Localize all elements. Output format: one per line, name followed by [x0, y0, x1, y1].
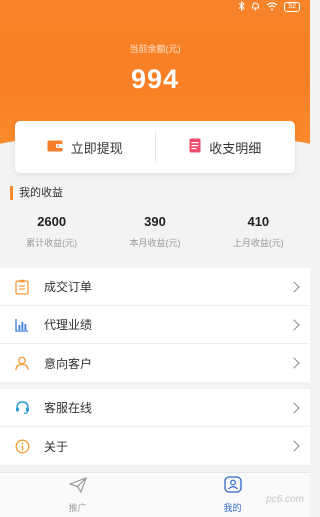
- menu-label: 意向客户: [44, 356, 93, 371]
- balance-label: 当前余额(元): [129, 44, 181, 54]
- menu-item-prospects[interactable]: 意向客户: [0, 344, 310, 382]
- headset-icon: [13, 399, 31, 417]
- stat-label: 本月收益(元): [129, 238, 181, 248]
- status-bar: 52: [238, 0, 300, 14]
- stat-this-month: 390 本月收益(元): [103, 214, 206, 249]
- paper-plane-icon: [67, 476, 87, 498]
- chevron-right-icon: [288, 280, 300, 293]
- document-list-icon: [189, 138, 201, 156]
- chevron-right-icon: [288, 318, 300, 331]
- menu-label: 客服在线: [44, 401, 93, 415]
- menu-item-orders[interactable]: 成交订单: [0, 268, 310, 306]
- stat-total: 2600 累计收益(元): [0, 214, 103, 249]
- stat-value: 390: [144, 214, 166, 229]
- menu-group-support: 客服在线 关于: [0, 389, 310, 465]
- statement-button[interactable]: 收支明细: [156, 121, 296, 173]
- info-icon: [13, 437, 31, 455]
- profile-icon: [223, 476, 242, 498]
- stat-value: 410: [247, 214, 270, 229]
- stat-value: 2600: [37, 214, 67, 229]
- stat-last-month: 410 上月收益(元): [207, 214, 310, 249]
- menu-label: 代理业绩: [44, 318, 93, 332]
- action-card: 立即提现 收支明细: [15, 121, 295, 173]
- earnings-title: 我的收益: [10, 186, 63, 200]
- stat-label: 累计收益(元): [26, 238, 78, 248]
- menu-label: 关于: [44, 439, 69, 454]
- withdraw-button[interactable]: 立即提现: [15, 121, 155, 173]
- bottom-tab-bar: 推广 我的: [0, 472, 310, 517]
- stat-label: 上月收益(元): [232, 238, 284, 248]
- chevron-right-icon: [288, 440, 300, 452]
- balance-value: 994: [130, 64, 180, 94]
- chevron-right-icon: [288, 357, 300, 369]
- statement-label: 收支明细: [209, 140, 262, 156]
- tab-label: 我的: [223, 503, 242, 513]
- user-icon: [13, 354, 31, 372]
- tab-label: 推广: [68, 502, 87, 513]
- menu-item-about[interactable]: 关于: [0, 427, 310, 465]
- menu-item-performance[interactable]: 代理业绩: [0, 306, 310, 344]
- bar-chart-icon: [13, 316, 31, 334]
- bluetooth-icon: [238, 0, 245, 13]
- menu-item-customer-service[interactable]: 客服在线: [0, 389, 310, 427]
- menu-group-business: 成交订单 代理业绩 意向客户: [0, 268, 310, 382]
- watermark: pc6.com: [266, 494, 304, 505]
- tab-promote[interactable]: 推广: [0, 473, 155, 517]
- menu-label: 成交订单: [44, 280, 93, 294]
- alarm-icon: [251, 1, 260, 13]
- wallet-icon: [47, 140, 63, 155]
- battery-indicator: 52: [284, 2, 300, 12]
- earnings-stats: 2600 累计收益(元) 390 本月收益(元) 410 上月收益(元): [0, 214, 310, 249]
- clipboard-icon: [13, 278, 31, 296]
- withdraw-label: 立即提现: [70, 140, 123, 156]
- chevron-right-icon: [288, 401, 300, 414]
- wifi-icon: [266, 1, 278, 13]
